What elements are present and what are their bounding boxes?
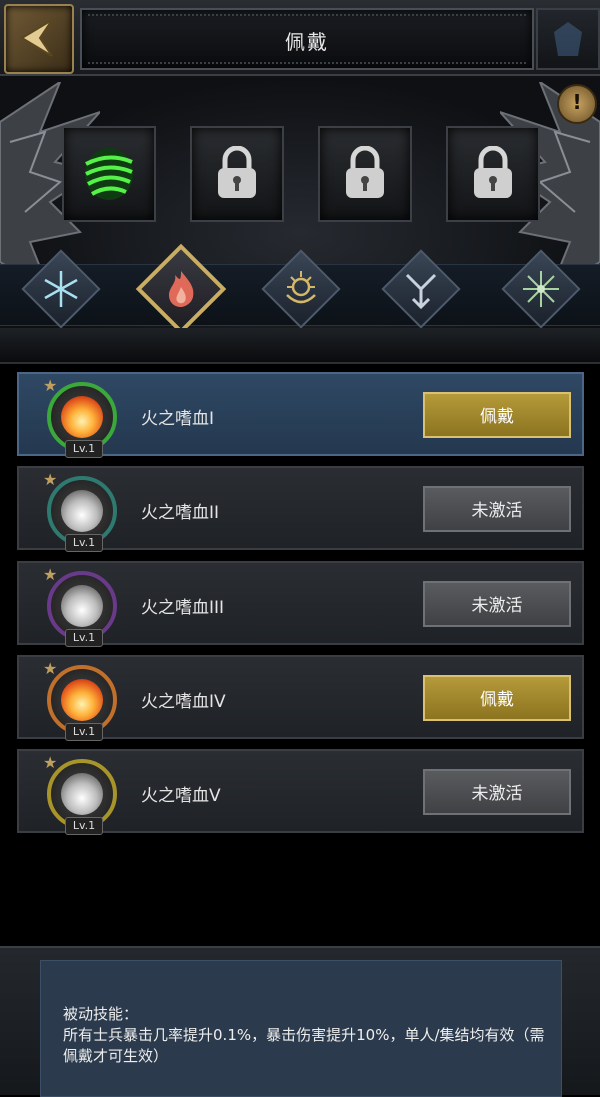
padlock-icon bbox=[474, 146, 512, 198]
description-box: 被动技能： 所有士兵暴击几率提升0.1%，暴击伤害提升10%，单人/集结均有效（… bbox=[40, 960, 562, 1097]
skill-slot-3[interactable] bbox=[318, 126, 412, 222]
tab-light[interactable] bbox=[261, 249, 341, 329]
skill-name: 火之嗜血V bbox=[141, 786, 221, 806]
skill-name: 火之嗜血I bbox=[141, 409, 215, 429]
level-badge: Lv.1 bbox=[65, 534, 103, 552]
level-badge: Lv.1 bbox=[65, 723, 103, 741]
skill-emblem: ★ Lv.1 bbox=[43, 753, 127, 835]
skill-action-button[interactable]: 未激活 bbox=[423, 486, 571, 532]
skill-action-button[interactable]: 佩戴 bbox=[423, 392, 571, 438]
padlock-icon bbox=[218, 146, 256, 198]
skill-action-button[interactable]: 佩戴 bbox=[423, 675, 571, 721]
skill-emblem: ★ Lv.1 bbox=[43, 376, 127, 458]
padlock-icon bbox=[346, 146, 384, 198]
skill-row[interactable]: ★ Lv.1 火之嗜血II 未激活 bbox=[17, 466, 584, 552]
star-icon: ★ bbox=[43, 753, 58, 772]
description-label: 被动技能： bbox=[63, 1005, 139, 1023]
skill-row[interactable]: ★ Lv.1 火之嗜血IV 佩戴 bbox=[17, 655, 584, 741]
star-icon: ★ bbox=[43, 659, 58, 678]
skill-row[interactable]: ★ Lv.1 火之嗜血V 未激活 bbox=[17, 749, 584, 835]
skill-emblem: ★ Lv.1 bbox=[43, 565, 127, 647]
skill-slot-1[interactable] bbox=[62, 126, 156, 222]
title-plate: 佩戴 bbox=[80, 8, 534, 70]
arrow-emblem-icon bbox=[405, 273, 437, 309]
green-wind-icon bbox=[85, 148, 133, 200]
skill-row[interactable]: ★ Lv.1 火之嗜血I 佩戴 bbox=[17, 372, 584, 458]
star-icon: ★ bbox=[43, 376, 58, 395]
description-text: 所有士兵暴击几率提升0.1%，暴击伤害提升10%，单人/集结均有效（需佩戴才可生… bbox=[63, 1026, 545, 1065]
emblem-icon bbox=[554, 22, 582, 56]
flame-icon bbox=[169, 271, 194, 307]
skill-emblem: ★ Lv.1 bbox=[43, 659, 127, 741]
star-icon: ★ bbox=[43, 470, 58, 489]
back-arrow-icon bbox=[20, 19, 53, 57]
skill-action-button[interactable]: 未激活 bbox=[423, 581, 571, 627]
star-icon: ★ bbox=[43, 565, 58, 584]
tab-fire[interactable] bbox=[135, 243, 227, 335]
help-button[interactable]: ! bbox=[557, 84, 597, 124]
starburst-icon bbox=[523, 271, 559, 307]
skill-slot-4[interactable] bbox=[446, 126, 540, 222]
tab-ice[interactable] bbox=[21, 249, 101, 329]
snowflake-icon bbox=[44, 271, 78, 307]
skill-header-panel: ! bbox=[0, 76, 600, 338]
skill-name: 火之嗜血III bbox=[141, 598, 225, 618]
top-bar: 佩戴 bbox=[0, 0, 600, 76]
level-badge: Lv.1 bbox=[65, 440, 103, 458]
sun-wreath-icon bbox=[286, 271, 316, 304]
tab-wind[interactable] bbox=[381, 249, 461, 329]
level-badge: Lv.1 bbox=[65, 629, 103, 647]
description-panel: 被动技能： 所有士兵暴击几率提升0.1%，暴击伤害提升10%，单人/集结均有效（… bbox=[0, 946, 600, 1097]
page-title: 佩戴 bbox=[285, 30, 329, 54]
exclamation-icon: ! bbox=[572, 90, 582, 114]
tab-nature[interactable] bbox=[501, 249, 581, 329]
skill-name: 火之嗜血II bbox=[141, 503, 220, 523]
back-button[interactable] bbox=[4, 4, 74, 74]
section-divider bbox=[0, 328, 600, 364]
info-button[interactable] bbox=[536, 8, 600, 70]
skill-action-button[interactable]: 未激活 bbox=[423, 769, 571, 815]
skill-slot-2[interactable] bbox=[190, 126, 284, 222]
level-badge: Lv.1 bbox=[65, 817, 103, 835]
skill-row[interactable]: ★ Lv.1 火之嗜血III 未激活 bbox=[17, 561, 584, 647]
skill-name: 火之嗜血IV bbox=[141, 692, 226, 712]
skill-emblem: ★ Lv.1 bbox=[43, 470, 127, 552]
